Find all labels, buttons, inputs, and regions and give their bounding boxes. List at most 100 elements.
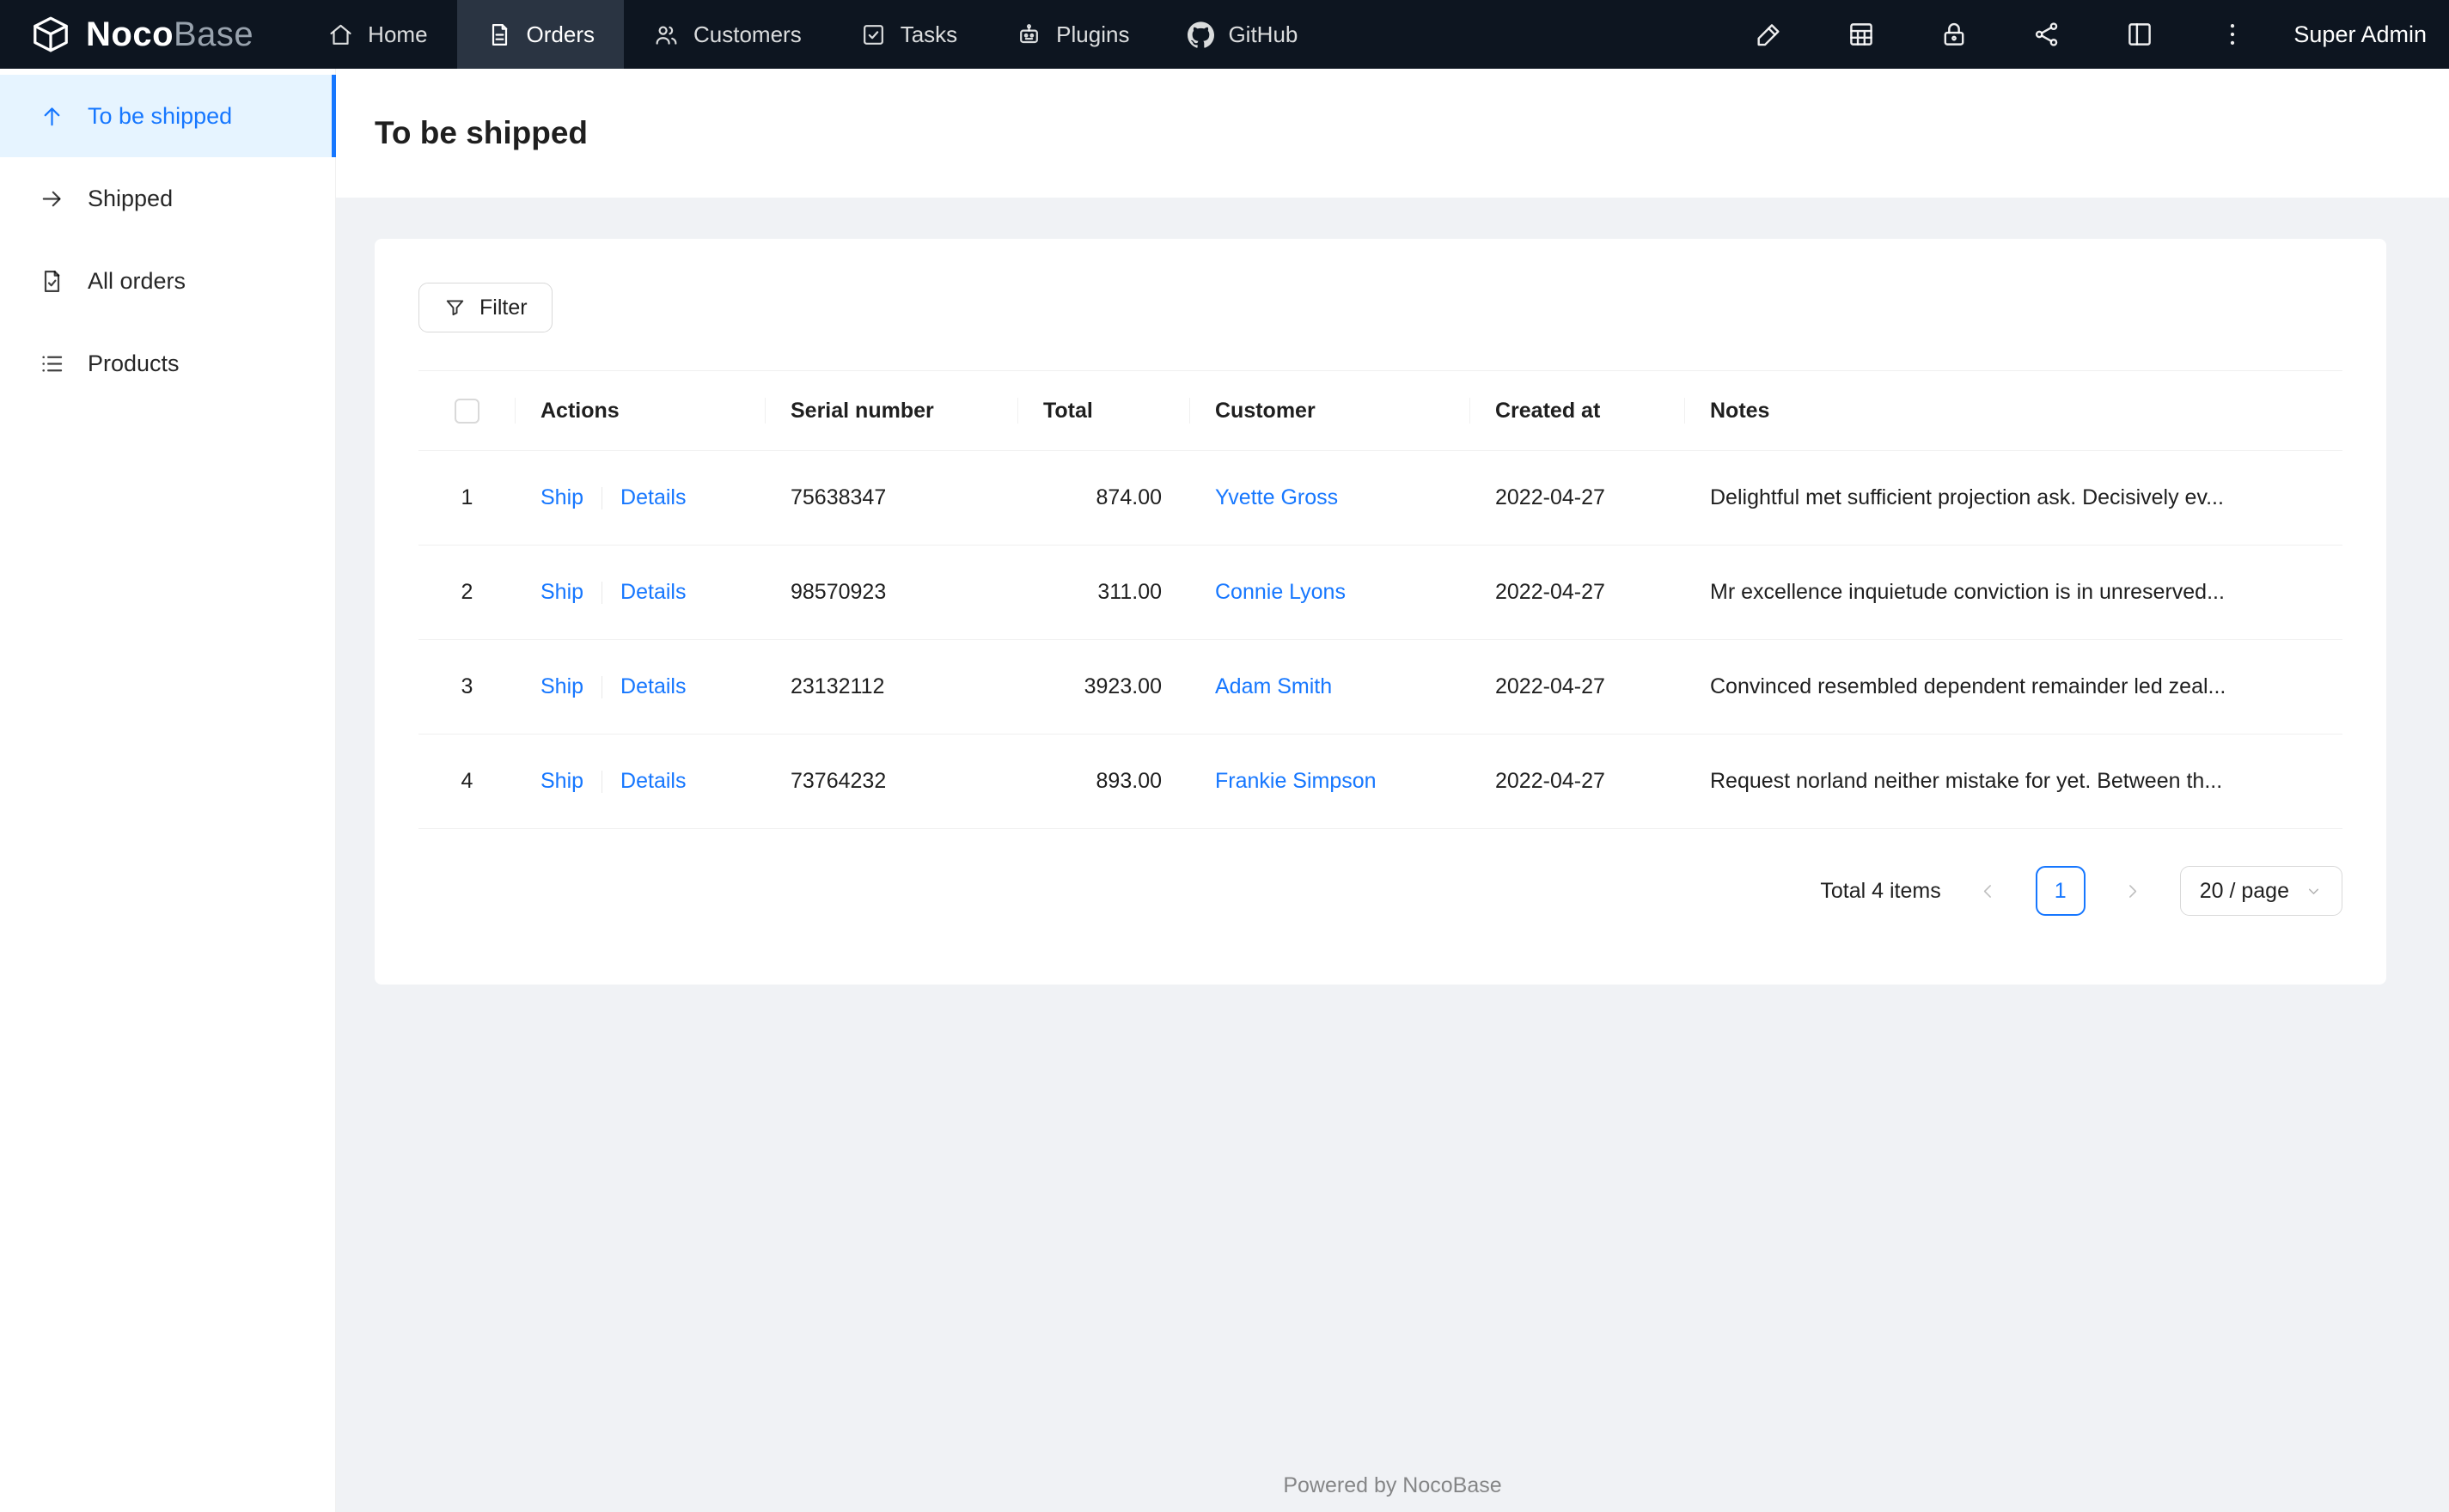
footer: Powered by NocoBase xyxy=(336,1473,2449,1498)
table-row: 4 Ship Details 73764232 893.00 Frankie Simpso… xyxy=(418,734,2342,829)
customer-cell: Yvette Gross xyxy=(1190,450,1470,546)
sidebar-item-label: All orders xyxy=(88,267,186,294)
customer-cell: Frankie Simpson xyxy=(1190,734,1470,829)
sidebar-item-label: To be shipped xyxy=(88,102,233,129)
details-link[interactable]: Details xyxy=(620,769,686,793)
column-header-created: Created at xyxy=(1470,370,1685,451)
sidebar-item-all-orders[interactable]: All orders xyxy=(0,240,335,322)
table-row: 1 Ship Details 75638347 874.00 Yvette Gross 20… xyxy=(418,450,2342,546)
actions-cell: Ship Details xyxy=(516,450,766,546)
nav-item-label: Tasks xyxy=(900,21,958,47)
nav-item-customers[interactable]: Customers xyxy=(624,0,831,69)
nav-item-label: Orders xyxy=(526,21,595,47)
pagination-next-button[interactable] xyxy=(2108,866,2158,916)
total-cell: 3923.00 xyxy=(1018,639,1190,735)
row-index: 4 xyxy=(418,734,516,829)
nav-item-plugins[interactable]: Plugins xyxy=(986,0,1158,69)
notes-cell: Request norland neither mistake for yet.… xyxy=(1685,734,2342,829)
brand-name: NocoBase xyxy=(86,15,253,54)
nav-item-orders[interactable]: Orders xyxy=(456,0,624,69)
notes-cell: Delightful met sufficient projection ask… xyxy=(1685,450,2342,546)
list-icon xyxy=(39,351,65,377)
sidebar: To be shipped Shipped All orders Products xyxy=(0,69,336,1512)
sidebar-item-shipped[interactable]: Shipped xyxy=(0,157,335,240)
table-body: 1 Ship Details 75638347 874.00 Yvette Gross 20… xyxy=(418,450,2342,829)
brand-name-light: Base xyxy=(174,15,254,53)
row-index: 1 xyxy=(418,450,516,546)
customer-link[interactable]: Frankie Simpson xyxy=(1215,769,1377,793)
ship-link[interactable]: Ship xyxy=(540,769,583,793)
more-icon[interactable] xyxy=(2218,20,2247,49)
sidebar-item-label: Shipped xyxy=(88,185,174,211)
nav-item-home[interactable]: Home xyxy=(298,0,456,69)
layout-icon[interactable] xyxy=(2125,20,2154,49)
orders-icon xyxy=(486,21,513,48)
sidebar-item-to-be-shipped[interactable]: To be shipped xyxy=(0,75,336,157)
nav-item-tasks[interactable]: Tasks xyxy=(831,0,986,69)
page-size-value: 20 / page xyxy=(2199,878,2289,903)
nav-item-github[interactable]: GitHub xyxy=(1158,0,1327,69)
table-row: 3 Ship Details 23132112 3923.00 Adam Smith 202… xyxy=(418,639,2342,735)
nav-item-label: Customers xyxy=(693,21,802,47)
total-cell: 311.00 xyxy=(1018,545,1190,640)
lock-icon[interactable] xyxy=(1939,20,1969,49)
arrow-right-icon xyxy=(39,186,65,212)
details-link[interactable]: Details xyxy=(620,485,686,509)
github-icon xyxy=(1188,21,1215,48)
api-icon[interactable] xyxy=(2032,20,2061,49)
user-name[interactable]: Super Admin xyxy=(2293,21,2427,48)
home-icon xyxy=(327,21,354,48)
highlighter-icon[interactable] xyxy=(1754,20,1783,49)
pagination-total: Total 4 items xyxy=(1820,878,1941,903)
filter-icon xyxy=(443,296,467,320)
nav-item-label: Home xyxy=(368,21,428,47)
file-check-icon xyxy=(39,268,65,295)
customer-link[interactable]: Adam Smith xyxy=(1215,674,1332,698)
actions-cell: Ship Details xyxy=(516,734,766,829)
brand-name-bold: Noco xyxy=(86,15,174,53)
ship-link[interactable]: Ship xyxy=(540,485,583,509)
column-header-total: Total xyxy=(1018,370,1190,451)
navbar-right: Super Admin xyxy=(1754,0,2449,69)
sidebar-item-products[interactable]: Products xyxy=(0,322,335,405)
pagination-prev-button[interactable] xyxy=(1963,866,2013,916)
column-header-notes: Notes xyxy=(1685,370,2342,451)
table-row: 2 Ship Details 98570923 311.00 Connie Lyons 20… xyxy=(418,545,2342,640)
row-index: 3 xyxy=(418,639,516,735)
main-content: To be shipped Filter Actions Serial numb… xyxy=(336,69,2449,1512)
nav-item-label: Plugins xyxy=(1056,21,1130,47)
page-header: To be shipped xyxy=(336,69,2449,198)
created-at-cell: 2022-04-27 xyxy=(1470,639,1685,735)
collections-icon[interactable] xyxy=(1847,20,1876,49)
select-all-checkbox[interactable] xyxy=(455,398,479,424)
sidebar-item-label: Products xyxy=(88,350,180,376)
details-link[interactable]: Details xyxy=(620,580,686,604)
serial-number-cell: 98570923 xyxy=(766,545,1018,640)
customer-cell: Connie Lyons xyxy=(1190,545,1470,640)
created-at-cell: 2022-04-27 xyxy=(1470,545,1685,640)
page-title: To be shipped xyxy=(375,115,589,150)
page-layout: To be shipped Shipped All orders Products T… xyxy=(0,69,2449,1512)
ship-link[interactable]: Ship xyxy=(540,580,583,604)
page-size-select[interactable]: 20 / page xyxy=(2179,866,2342,916)
total-cell: 893.00 xyxy=(1018,734,1190,829)
column-header-serial: Serial number xyxy=(766,370,1018,451)
serial-number-cell: 75638347 xyxy=(766,450,1018,546)
details-link[interactable]: Details xyxy=(620,674,686,698)
chevron-right-icon xyxy=(2122,881,2142,901)
ship-link[interactable]: Ship xyxy=(540,674,583,698)
column-header-customer: Customer xyxy=(1190,370,1470,451)
pagination-page-button[interactable]: 1 xyxy=(2035,866,2086,916)
main-nav: Home Orders Customers Tasks Plugins GitHub xyxy=(298,0,1327,69)
filter-button-label: Filter xyxy=(479,295,528,320)
customers-icon xyxy=(653,21,680,48)
customer-link[interactable]: Connie Lyons xyxy=(1215,580,1346,604)
created-at-cell: 2022-04-27 xyxy=(1470,450,1685,546)
filter-button[interactable]: Filter xyxy=(418,283,553,332)
arrow-up-icon xyxy=(39,103,65,130)
actions-cell: Ship Details xyxy=(516,545,766,640)
plugins-icon xyxy=(1016,21,1042,48)
caret-down-icon xyxy=(2305,882,2323,900)
brand-logo[interactable]: NocoBase xyxy=(0,0,253,69)
customer-link[interactable]: Yvette Gross xyxy=(1215,485,1338,509)
